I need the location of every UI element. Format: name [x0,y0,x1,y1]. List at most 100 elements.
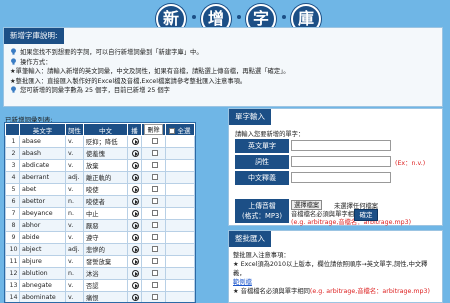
play-audio-icon[interactable] [132,161,139,169]
row-delete [141,207,166,220]
play-audio-icon[interactable] [132,149,139,157]
table-row: 6 abettor n. 唆使者 [5,195,195,208]
pos-row: 詞性 (Ex：n.v.) [235,155,440,169]
row-english: ablution [19,267,66,280]
row-chinese: 遵守 [83,231,128,244]
info-panel: 新增字庫說明: 如果您找不到想要的字詞，可以自行新增詞彙到「新建字庫」中。 操作… [3,27,443,107]
row-english: aberrant [19,171,66,184]
play-audio-icon[interactable] [132,197,139,205]
row-checkbox[interactable] [151,198,158,204]
row-delete [141,231,166,244]
row-checkbox[interactable] [151,270,158,276]
row-audio [127,135,142,148]
add-word-prompt: 請輸入您要新增的單字： [235,131,305,138]
row-checkbox[interactable] [151,162,158,168]
table-row: 11 abjure v. 發誓放棄 [5,255,195,268]
chinese-row: 中文釋義 [235,171,440,185]
play-audio-icon[interactable] [132,233,139,241]
row-checkbox[interactable] [151,174,158,180]
row-checkbox[interactable] [151,234,158,240]
play-audio-icon[interactable] [132,185,139,193]
play-audio-icon[interactable] [132,281,139,289]
title-separator [237,15,241,19]
row-pos: v. [65,279,84,292]
chinese-input[interactable] [291,172,391,183]
delete-button[interactable]: 刪除 [144,124,163,135]
bulk-line: ★ Excel須為2010以上版本，欄位請依照順序→英文單字,詞性,中文釋義， [233,261,428,277]
row-spacer [165,147,195,160]
select-all-checkbox[interactable] [169,127,176,134]
table-row: 14 abominate v. 痛恨 [5,291,195,302]
row-num: 2 [5,147,20,160]
row-english: abide [19,231,66,244]
play-audio-icon[interactable] [132,245,139,253]
row-num: 9 [5,231,20,244]
row-chinese: 沐浴 [83,267,128,280]
row-english: abjure [19,255,66,268]
row-pos: v. [65,183,84,196]
row-spacer [165,195,195,208]
bulk-line: 整批匯入注意事項： [233,252,290,259]
row-checkbox[interactable] [151,138,158,144]
info-heading: 新增字庫說明: [4,28,64,44]
add-word-heading: 單字輸入 [229,109,271,125]
pos-input[interactable] [291,156,391,167]
row-audio [127,243,142,256]
play-audio-icon[interactable] [132,209,139,217]
english-word-input[interactable] [291,140,391,151]
play-audio-icon[interactable] [132,257,139,265]
row-checkbox[interactable] [151,186,158,192]
row-pos: v. [65,159,84,172]
play-audio-icon[interactable] [132,137,139,145]
row-audio [127,207,142,220]
row-english: abash [19,147,66,160]
play-audio-icon[interactable] [132,269,139,277]
info-line: ★單筆輸入：請輸入新增的英文詞彙，中文及詞性，如果有音檔，請點選上傳音檔，再點選… [10,68,290,75]
row-num: 7 [5,207,20,220]
row-checkbox[interactable] [151,222,158,228]
row-english: abnegate [19,279,66,292]
row-english: abettor [19,195,66,208]
bulk-line: ★ 音檔檔名必須與單字相同(e.g. arbitrage,音檔名：arbitra… [233,288,431,295]
row-audio [127,219,142,232]
row-num: 4 [5,171,20,184]
row-checkbox[interactable] [151,258,158,264]
row-num: 10 [5,243,20,256]
row-num: 6 [5,195,20,208]
table-row: 12 ablution n. 沐浴 [5,267,195,280]
table-row: 5 abet v. 唆使 [5,183,195,196]
row-english: abeyance [19,207,66,220]
row-audio [127,171,142,184]
row-pos: v. [65,291,84,302]
info-line: 您可新增的詞彙字數為 25 個字，目前已新增 25 個字 [10,86,436,96]
row-english: abdicate [19,159,66,172]
row-pos: adj. [65,243,84,256]
row-pos: n. [65,207,84,220]
english-word-row: 英文單字 [235,139,440,153]
row-checkbox[interactable] [151,294,158,300]
row-audio [127,183,142,196]
row-delete [141,147,166,160]
row-chinese: 放棄 [83,159,128,172]
row-delete [141,135,166,148]
upload-label: 上傳音檔 (格式：MP3) [235,199,289,223]
row-chinese: 唆使者 [83,195,128,208]
row-checkbox[interactable] [151,210,158,216]
play-audio-icon[interactable] [132,221,139,229]
row-checkbox[interactable] [151,150,158,156]
choose-file-button[interactable]: 選擇檔案 [291,200,323,210]
row-audio [127,255,142,268]
lightbulb-icon [11,57,16,65]
row-spacer [165,183,195,196]
row-checkbox[interactable] [151,282,158,288]
play-audio-icon[interactable] [132,293,139,301]
row-english: abominate [19,291,66,302]
confirm-button[interactable]: 確定 [354,209,378,221]
sample-file-link[interactable]: 範例檔 [233,279,252,286]
row-checkbox[interactable] [151,246,158,252]
row-pos: v. [65,219,84,232]
row-delete [141,279,166,292]
play-audio-icon[interactable] [132,173,139,181]
table-row: 3 abdicate v. 放棄 [5,159,195,172]
table-row: 9 abide v. 遵守 [5,231,195,244]
